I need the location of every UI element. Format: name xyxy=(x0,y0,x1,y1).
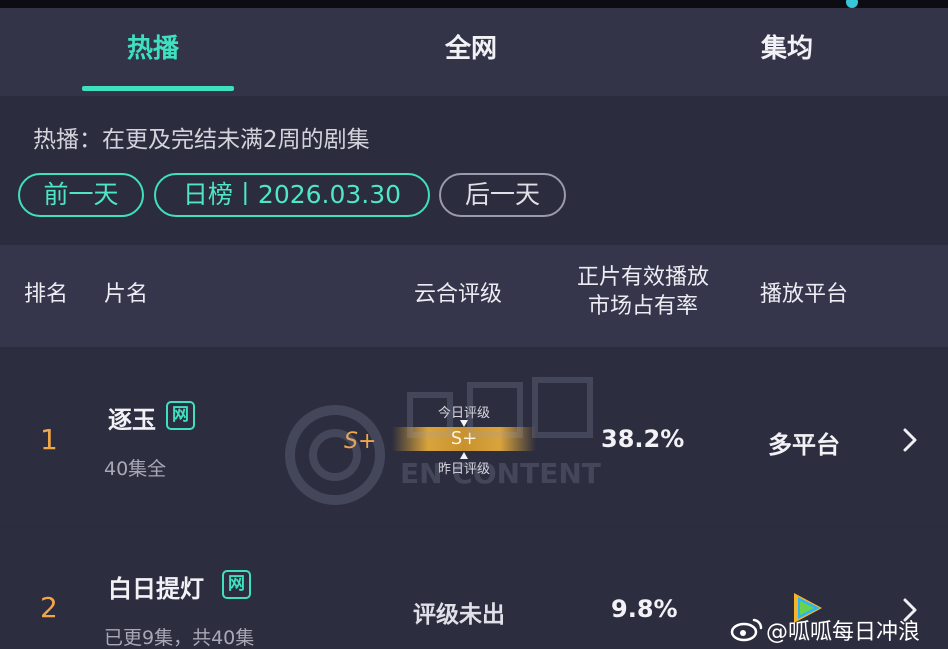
next-day-button[interactable]: 后一天 xyxy=(439,173,566,217)
rank-number: 1 xyxy=(40,423,58,456)
indicator-dot xyxy=(846,0,858,8)
header-platform: 播放平台 xyxy=(760,282,849,307)
network-badge: 网 xyxy=(166,401,195,430)
market-share: 9.8% xyxy=(611,595,678,623)
rank-number: 2 xyxy=(40,591,58,624)
rating-status: 评级未出 xyxy=(413,602,505,628)
rating-indicator: 今日评级 S+ 昨日评级 xyxy=(392,400,536,477)
header-rating: 云合评级 xyxy=(414,282,503,307)
drama-title: 白日提灯 xyxy=(108,575,204,603)
tab-hot[interactable]: 热播 xyxy=(127,28,179,65)
market-share: 38.2% xyxy=(601,425,685,453)
active-tab-indicator xyxy=(82,86,234,91)
chevron-right-icon[interactable] xyxy=(902,427,918,453)
today-rating-label: 今日评级 xyxy=(437,406,490,421)
tab-bar: 热播 全网 集均 xyxy=(0,8,948,96)
network-badge: 网 xyxy=(222,570,251,599)
previous-rating: S+ xyxy=(344,429,377,454)
prev-day-button[interactable]: 前一天 xyxy=(18,173,144,217)
header-title: 片名 xyxy=(104,282,149,307)
status-strip xyxy=(0,0,948,8)
episode-info: 40集全 xyxy=(104,458,167,480)
episode-info: 已更9集，共40集 xyxy=(104,627,255,649)
header-share: 正片有效播放 市场占有率 xyxy=(568,263,718,321)
header-rank: 排名 xyxy=(24,282,69,307)
table-header: 排名 片名 云合评级 正片有效播放 市场占有率 播放平台 xyxy=(0,245,948,347)
tab-all-network[interactable]: 全网 xyxy=(445,28,497,65)
weibo-icon xyxy=(730,618,763,642)
table-row[interactable]: 1 逐玉 网 40集全 S+ 今日评级 S+ 昨日评级 38.2% 多平台 xyxy=(0,350,948,525)
yesterday-rating-label: 昨日评级 xyxy=(437,462,490,477)
tab-episode-average[interactable]: 集均 xyxy=(761,28,813,65)
platform-name: 多平台 xyxy=(768,431,840,459)
weibo-watermark: @呱呱每日冲浪 xyxy=(766,620,921,645)
current-rating: S+ xyxy=(450,428,478,449)
drama-title: 逐玉 xyxy=(108,406,156,434)
date-selector[interactable]: 日榜丨2026.03.30 xyxy=(154,173,430,217)
header-share-line2: 市场占有率 xyxy=(587,294,698,319)
list-description: 热播：在更及完结未满2周的剧集 xyxy=(33,127,370,153)
header-share-line1: 正片有效播放 xyxy=(576,265,709,290)
